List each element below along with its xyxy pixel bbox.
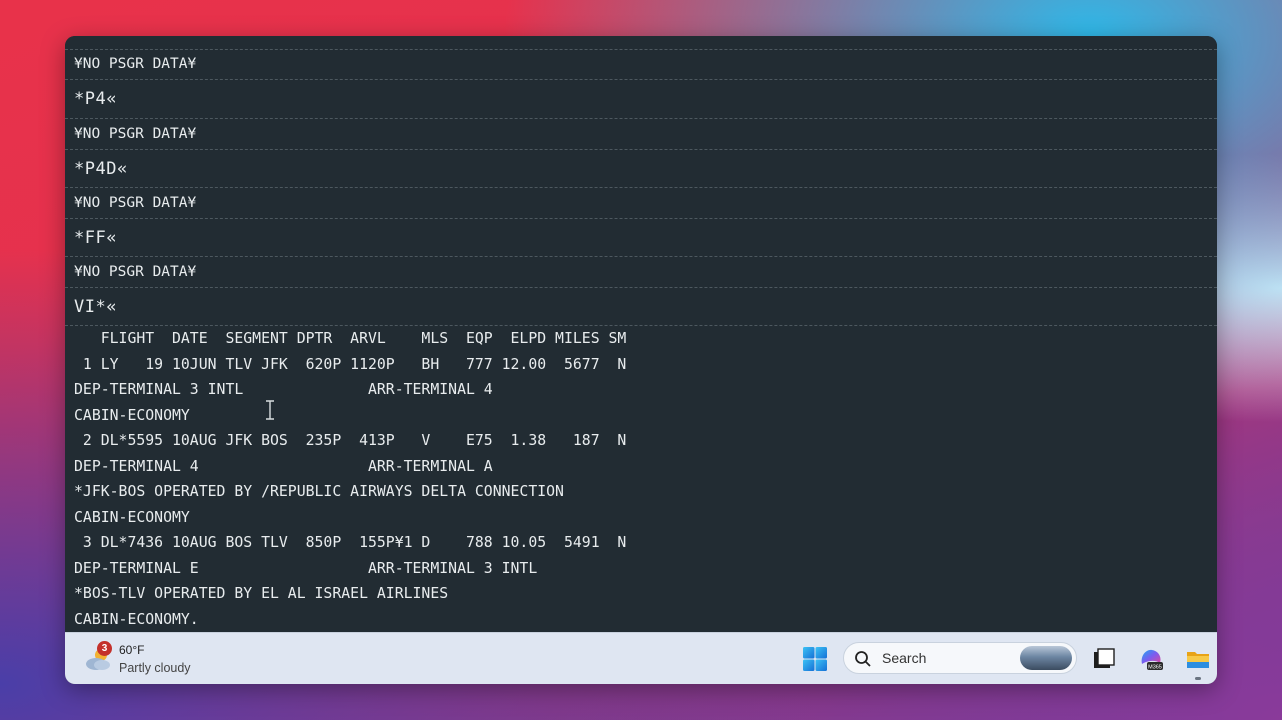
command-line: *FF« — [65, 219, 1217, 257]
itinerary-line: DEP-TERMINAL E ARR-TERMINAL 3 INTL — [74, 559, 538, 577]
command-line: *P4D« — [65, 150, 1217, 188]
file-explorer-icon[interactable] — [1185, 646, 1211, 672]
taskbar-search-box[interactable]: Search — [843, 642, 1077, 674]
itinerary-line: CABIN-ECONOMY — [74, 406, 190, 424]
weather-widget[interactable]: 3 60°F Partly cloudy — [83, 641, 233, 677]
running-indicator — [1195, 677, 1201, 680]
weather-temperature: 60°F — [119, 643, 145, 657]
itinerary-line: 3 DL*7436 10AUG BOS TLV 850P 155P¥1 D 78… — [74, 534, 627, 551]
response-line: ¥NO PSGR DATA¥ — [65, 257, 1217, 288]
taskbar: 3 60°F Partly cloudy Search M365 — [65, 632, 1217, 684]
itinerary-line: 2 DL*5595 10AUG JFK BOS 235P 413P V E75 … — [74, 432, 627, 449]
response-line: ¥NO PSGR DATA¥ — [65, 119, 1217, 150]
search-icon — [855, 651, 871, 667]
itinerary-line: DEP-TERMINAL 4 ARR-TERMINAL A — [74, 457, 493, 475]
copilot-m365-icon[interactable]: M365 — [1138, 646, 1164, 672]
text-cursor-icon — [266, 400, 274, 420]
weather-condition: Partly cloudy — [119, 661, 191, 675]
itinerary-line: *JFK-BOS OPERATED BY /REPUBLIC AIRWAYS D… — [74, 483, 564, 500]
itinerary-line: *BOS-TLV OPERATED BY EL AL ISRAEL AIRLIN… — [74, 585, 449, 602]
windows-start-icon[interactable] — [802, 646, 828, 672]
itinerary-line: CABIN-ECONOMY. — [74, 610, 199, 628]
response-line: ¥NO PSGR DATA¥ — [65, 49, 1217, 80]
notification-badge: 3 — [97, 641, 112, 656]
command-line: *P4« — [65, 80, 1217, 119]
response-line: ¥NO PSGR DATA¥ — [65, 188, 1217, 219]
search-highlight-image — [1020, 646, 1072, 670]
itinerary-line: CABIN-ECONOMY — [74, 508, 190, 526]
task-view-icon[interactable] — [1091, 646, 1117, 672]
search-placeholder: Search — [882, 650, 927, 666]
itinerary-line: DEP-TERMINAL 3 INTL ARR-TERMINAL 4 — [74, 381, 493, 398]
itinerary-header: FLIGHT DATE SEGMENT DPTR ARVL MLS EQP EL… — [74, 330, 627, 347]
svg-text:M365: M365 — [1148, 664, 1162, 670]
command-line: VI*« — [65, 288, 1217, 326]
itinerary-line: 1 LY 19 10JUN TLV JFK 620P 1120P BH 777 … — [74, 355, 627, 373]
terminal-screen[interactable]: ¥NO PSGR DATA¥ *P4« ¥NO PSGR DATA¥ *P4D« ¥NO… — [65, 36, 1217, 632]
app-window: ¥NO PSGR DATA¥ *P4« ¥NO PSGR DATA¥ *P4D« ¥NO… — [65, 36, 1217, 684]
